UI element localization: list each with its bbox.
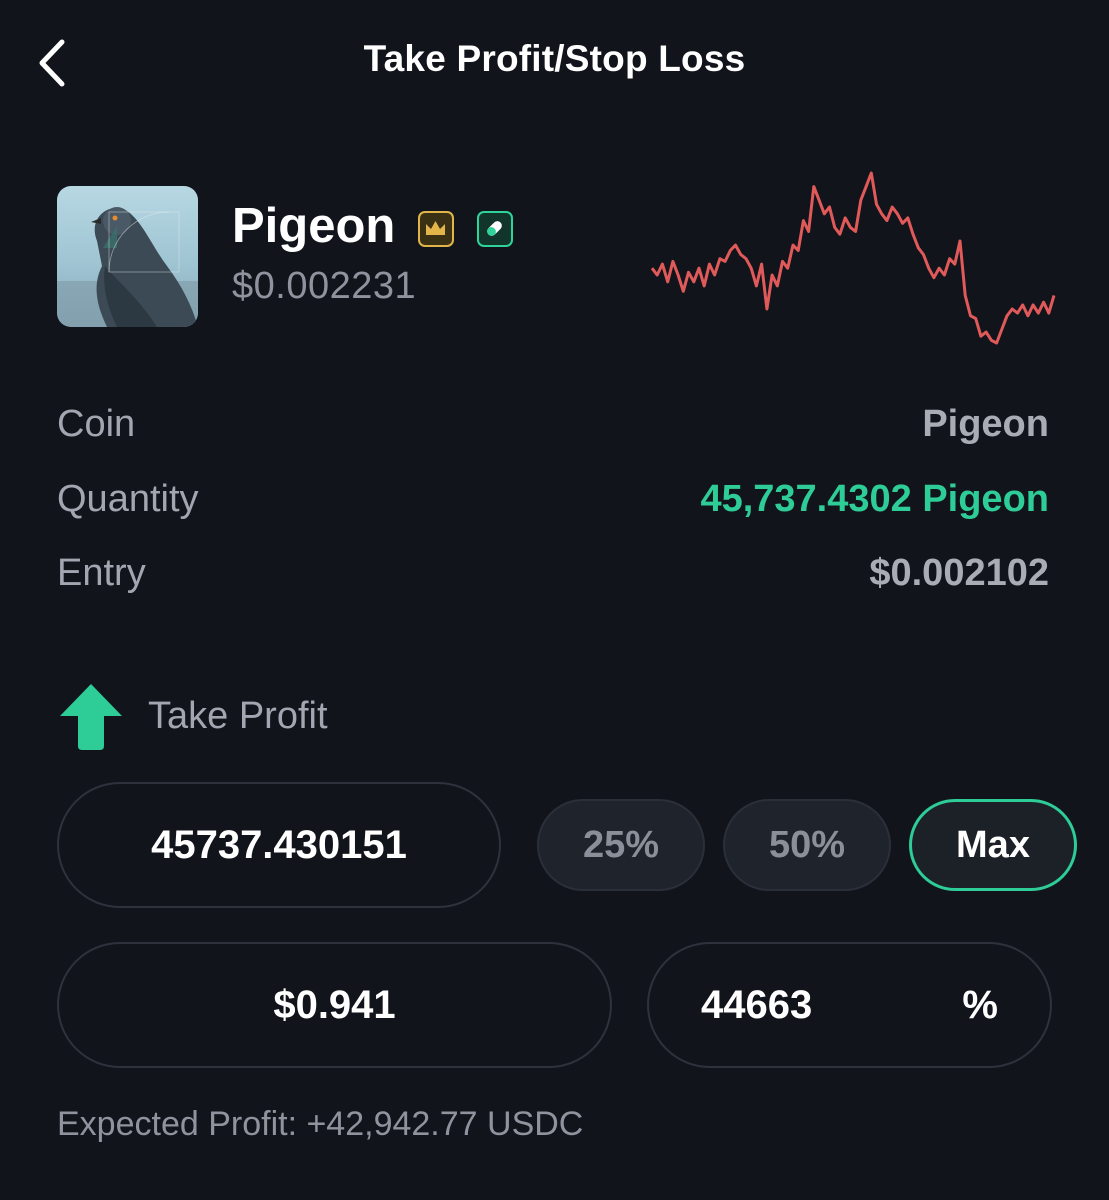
price-sparkline — [650, 171, 1056, 345]
take-profit-icon — [58, 682, 124, 752]
chip-max[interactable]: Max — [909, 799, 1077, 891]
expected-profit: Expected Profit: +42,942.77 USDC — [57, 1105, 584, 1143]
crown-badge — [418, 211, 454, 247]
target-price-input[interactable]: $0.941 — [57, 942, 612, 1068]
coin-price: $0.002231 — [232, 265, 417, 307]
page-title: Take Profit/Stop Loss — [363, 38, 746, 79]
percent-value: 44663 — [701, 982, 813, 1027]
target-percent-input[interactable]: 44663 % — [647, 942, 1052, 1068]
entry-value: $0.002102 — [869, 552, 1049, 594]
chip-50-percent[interactable]: 50% — [723, 799, 891, 891]
coin-label: Coin — [57, 403, 136, 445]
coin-value: Pigeon — [922, 403, 1049, 445]
pill-badge — [477, 211, 513, 247]
crown-icon — [426, 221, 445, 235]
percent-unit: % — [962, 982, 998, 1027]
arrow-up-icon — [60, 684, 122, 750]
sparkline-path — [650, 171, 1056, 345]
pill-icon — [487, 221, 502, 236]
quantity-input[interactable]: 45737.430151 — [57, 782, 501, 908]
coin-avatar — [57, 186, 198, 327]
coin-name: Pigeon — [232, 199, 396, 253]
quantity-value: 45,737.4302 Pigeon — [700, 478, 1049, 520]
pigeon-image — [57, 207, 198, 327]
take-profit-label: Take Profit — [148, 695, 328, 737]
chip-25-percent[interactable]: 25% — [537, 799, 705, 891]
quantity-label: Quantity — [57, 478, 199, 520]
entry-label: Entry — [57, 552, 146, 594]
